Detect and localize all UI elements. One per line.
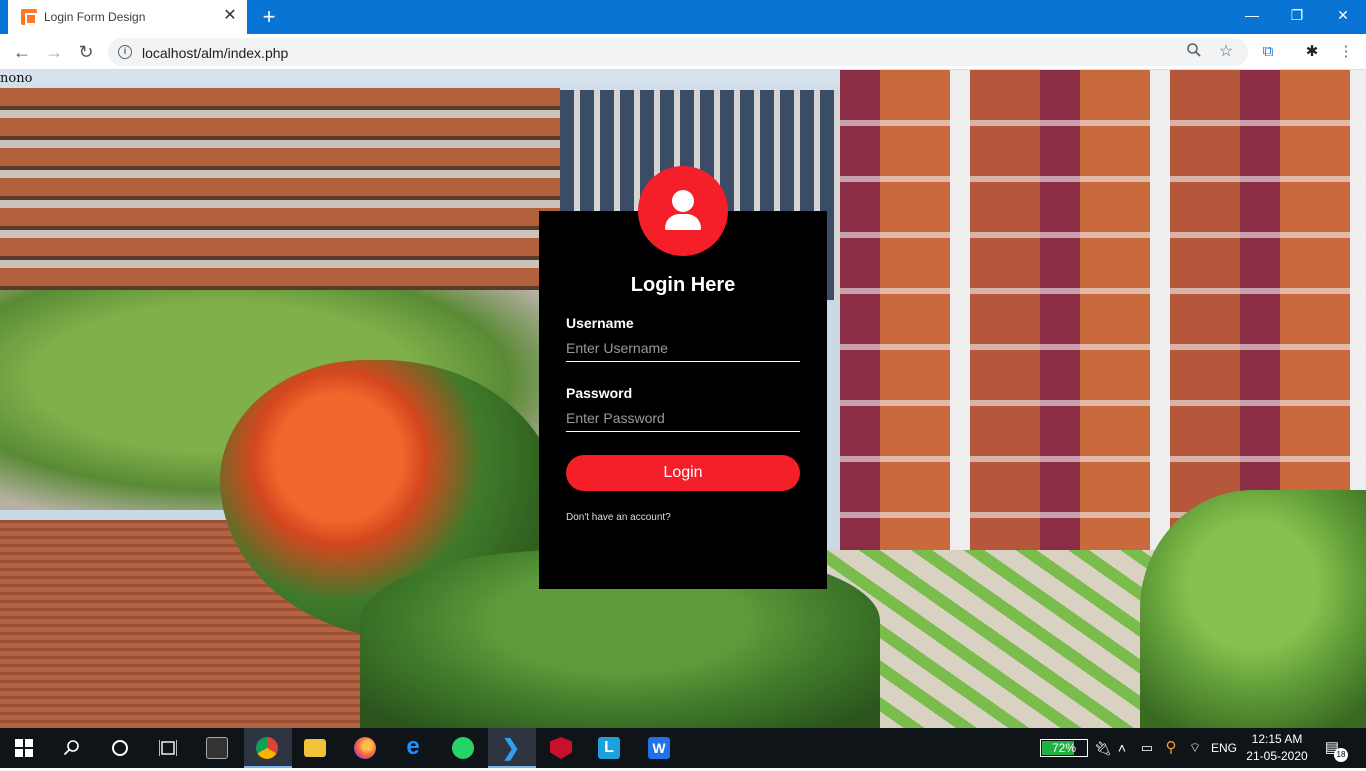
browser-toolbar: ← → ↻ i localhost/alm/index.php ☆ ⧉ ✱ ⋮ — [0, 34, 1366, 70]
avatar-body — [665, 214, 701, 230]
avatar-head — [672, 190, 694, 212]
windows-taskbar: e ❯ L W 72% 🔌︎ ˄ ▭ ⚲ ⌔ ENG 12:15 AM 21-0… — [0, 728, 1366, 768]
edge-icon[interactable]: e — [390, 728, 438, 768]
battery-percent: 72% — [1051, 741, 1077, 755]
browser-tab[interactable]: Login Form Design ✕ — [8, 0, 247, 34]
zoom-icon[interactable] — [1184, 42, 1204, 62]
username-input[interactable] — [566, 334, 800, 362]
search-tray-icon[interactable]: ⚲ — [1162, 728, 1180, 768]
notification-badge: 18 — [1334, 748, 1348, 762]
whatsapp-icon[interactable] — [440, 728, 488, 768]
username-label: Username — [566, 315, 634, 331]
more-vert-icon[interactable]: ⋮ — [1336, 42, 1356, 62]
power-icon[interactable]: 🔌︎ — [1094, 728, 1112, 768]
school-building-left — [0, 88, 560, 318]
search-icon[interactable] — [48, 728, 96, 768]
forward-button[interactable]: → — [42, 40, 66, 64]
reload-button[interactable]: ↻ — [74, 40, 98, 64]
clock-time: 12:15 AM — [1251, 732, 1303, 746]
new-tab-button[interactable]: + — [258, 6, 280, 28]
xampp-favicon-icon — [21, 9, 37, 25]
url-text[interactable]: localhost/alm/index.php — [142, 45, 288, 61]
start-button[interactable] — [0, 728, 48, 768]
wps-icon[interactable]: W — [636, 728, 684, 768]
battery-indicator[interactable]: 72% — [1040, 739, 1088, 757]
tab-close-icon[interactable]: ✕ — [221, 7, 239, 25]
star-icon[interactable]: ☆ — [1216, 42, 1236, 62]
page-background: nono Login Here Username Password Login … — [0, 70, 1366, 728]
restore-button[interactable]: ❐ — [1285, 5, 1309, 25]
login-button[interactable]: Login — [566, 455, 800, 491]
user-avatar-icon — [638, 166, 728, 256]
task-view-icon[interactable] — [144, 728, 192, 768]
browser-titlebar: Login Form Design ✕ + — ❐ ✕ — [0, 0, 1366, 34]
profile-icon[interactable]: ✱ — [1302, 42, 1322, 62]
terminal-app-icon[interactable] — [194, 728, 242, 768]
debug-text: nono — [0, 71, 33, 86]
vscode-icon[interactable]: ❯ — [488, 728, 536, 768]
tab-title: Login Form Design — [44, 10, 146, 24]
chrome-app-icon[interactable] — [244, 728, 292, 768]
battery-tray-icon[interactable]: ▭ — [1138, 728, 1156, 768]
firefox-icon[interactable] — [342, 728, 390, 768]
mcafee-icon[interactable] — [538, 728, 586, 768]
password-label: Password — [566, 385, 633, 401]
login-form: Login Here Username Password Login Don't… — [539, 211, 827, 589]
chevron-up-icon[interactable]: ˄ — [1114, 728, 1130, 768]
cortana-icon[interactable] — [96, 728, 144, 768]
close-window-button[interactable]: ✕ — [1331, 5, 1355, 25]
address-bar[interactable]: i localhost/alm/index.php ☆ — [108, 38, 1248, 66]
signup-link[interactable]: Don't have an account? — [566, 512, 671, 523]
wifi-icon[interactable]: ⌔ — [1186, 728, 1204, 768]
site-info-icon[interactable]: i — [118, 45, 132, 59]
minimize-button[interactable]: — — [1240, 5, 1264, 25]
extension-icon[interactable]: ⧉ — [1258, 42, 1278, 62]
password-input[interactable] — [566, 404, 800, 432]
l-app-icon[interactable]: L — [586, 728, 634, 768]
trees-right — [1140, 490, 1366, 728]
login-title: Login Here — [630, 274, 736, 296]
clock-date: 21-05-2020 — [1246, 749, 1308, 763]
language-indicator[interactable]: ENG — [1208, 728, 1240, 768]
file-explorer-icon[interactable] — [292, 728, 340, 768]
back-button[interactable]: ← — [10, 40, 34, 64]
clock[interactable]: 12:15 AM 21-05-2020 — [1244, 731, 1310, 765]
